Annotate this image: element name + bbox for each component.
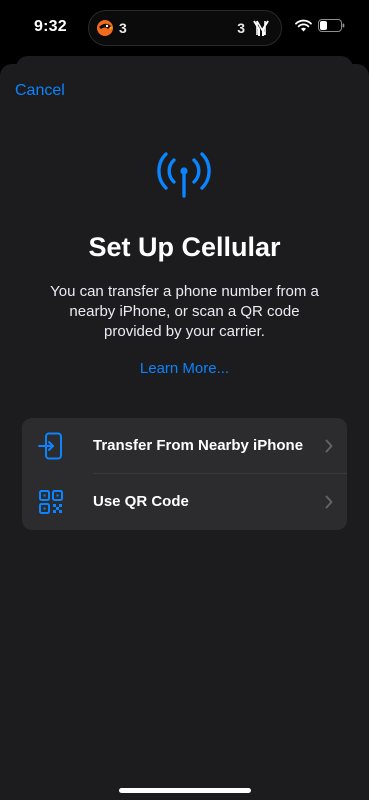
battery-icon — [318, 19, 345, 32]
cancel-button[interactable]: Cancel — [15, 82, 65, 100]
qr-code-icon — [39, 490, 63, 514]
away-score: 3 — [119, 20, 127, 36]
home-team-score-group: 3 — [237, 18, 271, 38]
learn-more-link[interactable]: Learn More... — [0, 360, 369, 377]
orioles-bird-icon — [97, 20, 113, 36]
setup-cellular-sheet: Cancel Set Up Cellular You can transfer … — [0, 64, 369, 800]
home-indicator[interactable] — [119, 788, 251, 793]
cellular-antenna-icon — [157, 152, 211, 198]
chevron-right-icon — [325, 495, 333, 509]
use-qr-code-option[interactable]: Use QR Code — [22, 474, 347, 530]
status-icons — [295, 19, 345, 32]
status-time: 9:32 — [34, 18, 67, 35]
transfer-from-nearby-iphone-option[interactable]: Transfer From Nearby iPhone — [22, 418, 347, 474]
status-bar: 9:32 3 3 — [0, 0, 369, 56]
live-activity-scoreboard[interactable]: 3 3 — [88, 10, 282, 46]
option-label: Transfer From Nearby iPhone — [93, 437, 304, 454]
home-score: 3 — [237, 20, 245, 36]
setup-options-list: Transfer From Nearby iPhone Use QR Code — [22, 418, 347, 530]
setup-description: You can transfer a phone number from a n… — [50, 283, 319, 340]
transfer-phone-icon — [38, 432, 62, 460]
yankees-logo-icon — [253, 20, 269, 36]
wifi-icon — [295, 19, 312, 32]
page-title: Set Up Cellular — [88, 232, 281, 262]
chevron-right-icon — [325, 439, 333, 453]
away-team-score-group: 3 — [95, 18, 127, 38]
option-label: Use QR Code — [93, 493, 189, 510]
